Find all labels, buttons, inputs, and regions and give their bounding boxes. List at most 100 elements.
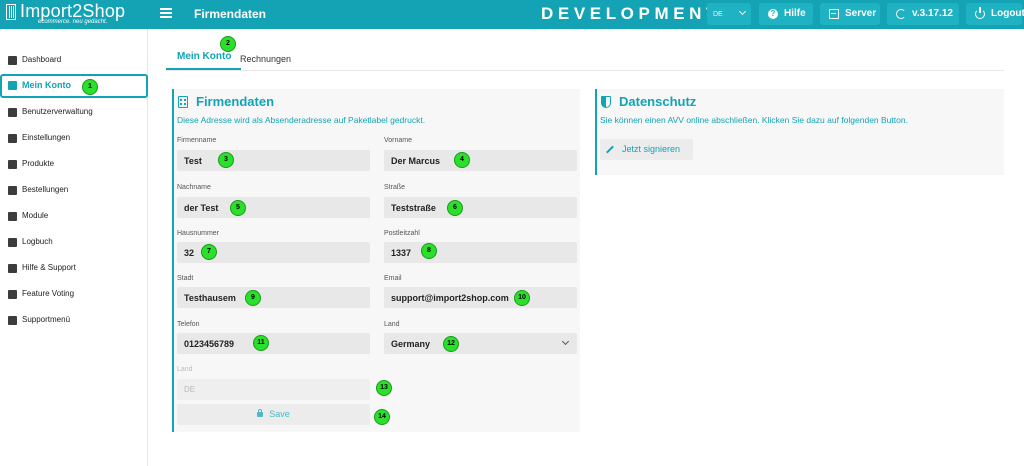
chevron-down-icon <box>738 7 747 16</box>
logo[interactable]: Import2Shop ecommerce. neu gedacht. <box>0 0 148 29</box>
server-button[interactable]: Server <box>820 3 880 25</box>
firmenname-input[interactable]: Test <box>177 150 370 171</box>
privacy-description: Sie können einen AVV online abschließen.… <box>600 115 908 125</box>
sidebar-item-label: Benutzerverwaltung <box>22 107 93 116</box>
sidebar-item-module[interactable]: Module <box>0 205 148 229</box>
step-marker: 4 <box>454 152 470 168</box>
land-code-label: Land <box>177 366 193 373</box>
sidebar-item-mein-konto[interactable]: Mein Konto <box>0 74 148 98</box>
language-value: DE <box>713 11 723 18</box>
sidebar-item-label: Logbuch <box>22 237 53 246</box>
land-label: Land <box>384 321 400 328</box>
step-marker: 12 <box>443 336 459 352</box>
server-icon <box>829 9 839 19</box>
hausnummer-label: Hausnummer <box>177 230 220 237</box>
nachname-label: Nachname <box>177 184 211 191</box>
sidebar-item-label: Dashboard <box>22 55 62 64</box>
cart-icon <box>8 186 17 195</box>
tab-mein-konto[interactable]: Mein Konto <box>166 51 242 70</box>
sidebar: Dashboard Mein Konto Benutzerverwaltung … <box>0 29 148 466</box>
help-button[interactable]: ? Hilfe <box>759 3 813 25</box>
sidebar-item-label: Einstellungen <box>22 133 71 142</box>
land-select-value: Germany <box>391 339 431 349</box>
sidebar-item-einstellungen[interactable]: Einstellungen <box>0 127 148 151</box>
sidebar-item-label: Bestellungen <box>22 185 69 194</box>
step-marker: 6 <box>447 200 463 216</box>
sidebar-item-label: Hilfe & Support <box>22 263 76 272</box>
dashboard-icon <box>8 56 17 65</box>
language-select[interactable]: DE <box>707 3 751 25</box>
step-marker: 2 <box>220 36 236 52</box>
logo-subtitle: ecommerce. neu gedacht. <box>38 19 108 25</box>
telefon-input[interactable]: 0123456789 <box>177 333 370 354</box>
power-icon <box>975 7 985 19</box>
nachname-input[interactable]: der Test <box>177 197 370 218</box>
tools-icon <box>8 316 17 325</box>
sidebar-item-bestellungen[interactable]: Bestellungen <box>0 179 148 203</box>
email-label: Email <box>384 275 402 282</box>
logout-label: Logout <box>991 8 1024 19</box>
step-marker: 7 <box>201 244 217 260</box>
version-label: v.3.17.12 <box>912 8 953 19</box>
book-icon <box>8 238 17 247</box>
postleitzahl-label: Postleitzahl <box>384 230 420 237</box>
sidebar-item-benutzerverwaltung[interactable]: Benutzerverwaltung <box>0 101 148 125</box>
puzzle-icon <box>8 212 17 221</box>
tab-rechnungen[interactable]: Rechnungen <box>240 54 291 64</box>
save-button[interactable]: Save <box>177 404 370 425</box>
sidebar-item-produkte[interactable]: Produkte <box>0 153 148 177</box>
firmenname-label: Firmenname <box>177 137 217 144</box>
company-description: Diese Adresse wird als Absenderadresse a… <box>177 115 426 125</box>
sidebar-item-label: Produkte <box>22 159 55 168</box>
sidebar-item-label: Mein Konto <box>22 80 71 90</box>
building-icon <box>178 96 188 108</box>
email-input[interactable]: support@import2shop.com <box>384 287 577 308</box>
box-icon <box>8 160 17 169</box>
megaphone-icon <box>8 290 17 299</box>
question-icon: ? <box>768 9 778 19</box>
support-icon <box>8 264 17 273</box>
gears-icon <box>8 134 17 143</box>
step-marker: 1 <box>82 79 98 95</box>
strasse-label: Straße <box>384 184 406 191</box>
sidebar-item-label: Module <box>22 211 49 220</box>
shield-icon <box>601 96 611 108</box>
sidebar-item-logbuch[interactable]: Logbuch <box>0 231 148 255</box>
version-button[interactable]: v.3.17.12 <box>887 3 959 25</box>
privacy-title: Datenschutz <box>619 94 697 109</box>
logout-button[interactable]: Logout <box>966 3 1024 25</box>
vorname-label: Vorname <box>384 137 413 144</box>
chevron-down-icon <box>561 337 570 346</box>
postleitzahl-input[interactable]: 1337 <box>384 242 577 263</box>
hamburger-menu-icon[interactable] <box>160 8 172 19</box>
strasse-input[interactable]: Teststraße <box>384 197 577 218</box>
vorname-input[interactable]: Der Marcus <box>384 150 577 171</box>
telefon-label: Telefon <box>177 321 200 328</box>
sidebar-item-supportmenu[interactable]: Supportmenü <box>0 309 148 333</box>
land-select[interactable]: Germany <box>384 333 577 354</box>
step-marker: 14 <box>374 409 390 425</box>
step-marker: 9 <box>245 290 261 306</box>
sign-button[interactable]: Jetzt signieren <box>600 139 693 160</box>
stadt-label: Stadt <box>177 275 194 282</box>
tabs-divider <box>166 70 1004 71</box>
sidebar-item-hilfe-support[interactable]: Hilfe & Support <box>0 257 148 281</box>
sidebar-item-label: Supportmenü <box>22 315 71 324</box>
logo-icon <box>6 4 16 20</box>
server-label: Server <box>845 8 877 19</box>
company-title: Firmendaten <box>196 94 275 109</box>
step-marker: 3 <box>218 152 234 168</box>
step-marker: 11 <box>253 335 269 351</box>
sidebar-item-label: Feature Voting <box>22 289 75 298</box>
step-marker: 10 <box>514 290 530 306</box>
refresh-icon <box>896 9 906 19</box>
sidebar-item-dashboard[interactable]: Dashboard <box>0 49 148 73</box>
stadt-input[interactable]: Testhausem <box>177 287 370 308</box>
step-marker: 5 <box>230 200 246 216</box>
save-label: Save <box>269 409 290 419</box>
help-label: Hilfe <box>784 8 806 19</box>
top-bar: Import2Shop ecommerce. neu gedacht. Firm… <box>0 0 1024 29</box>
sidebar-item-feature-voting[interactable]: Feature Voting <box>0 283 148 307</box>
page-title: Firmendaten <box>194 7 267 21</box>
step-marker: 8 <box>421 243 437 259</box>
